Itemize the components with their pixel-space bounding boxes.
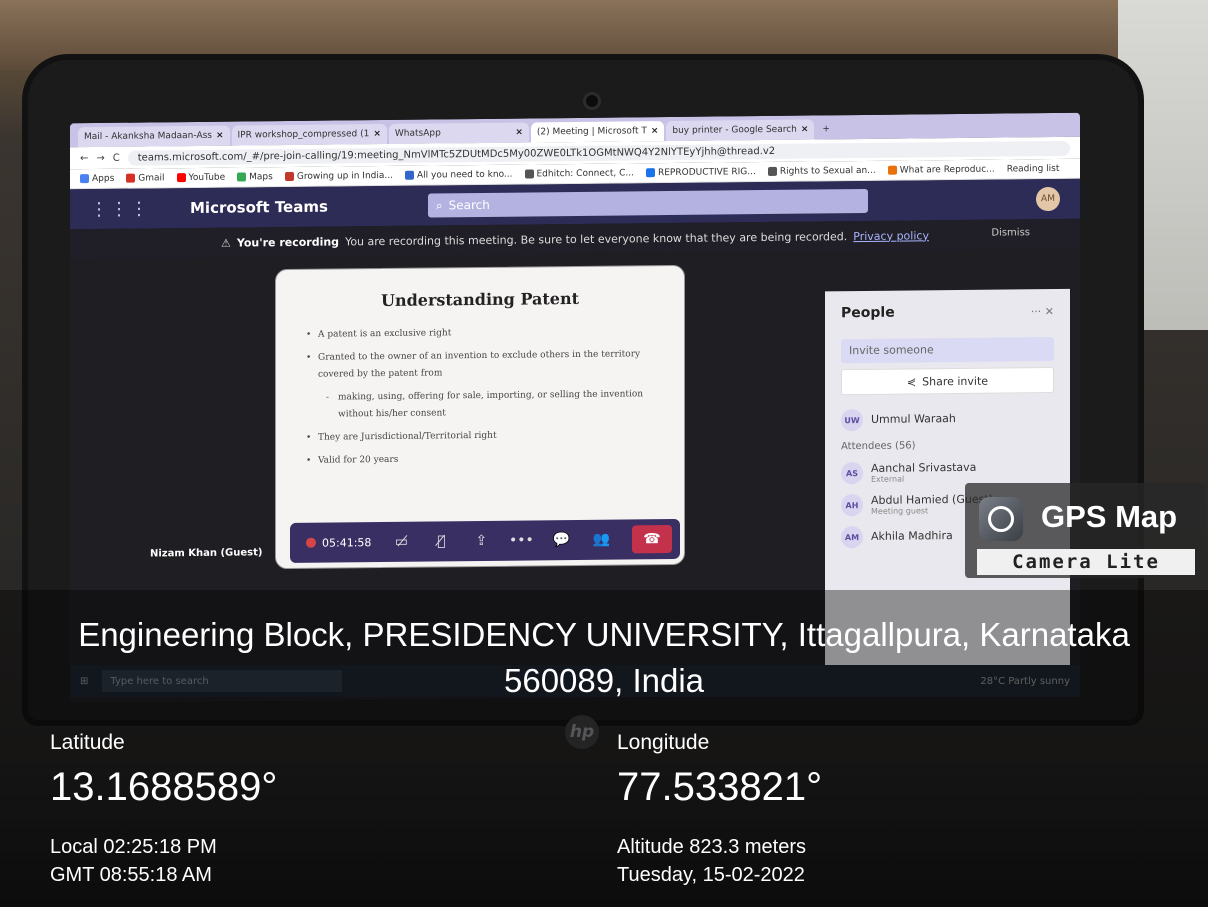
share-invite-button[interactable]: ⋞ Share invite: [841, 366, 1054, 396]
camera-lens-icon: [979, 497, 1023, 541]
tab-label: buy printer - Google Search: [672, 124, 797, 136]
slide-sub-bullet: making, using, offering for sale, import…: [326, 386, 654, 423]
gps-brand-sub: Camera Lite: [977, 549, 1195, 575]
altitude-date-info: Altitude 823.3 meters Tuesday, 15-02-202…: [617, 836, 806, 886]
bookmark[interactable]: All you need to kno...: [404, 169, 513, 180]
slide-bullet: A patent is an exclusive right: [306, 323, 654, 344]
search-icon: ⌕: [435, 197, 443, 212]
user-avatar[interactable]: AM: [1036, 186, 1060, 212]
app-launcher-icon[interactable]: ⋮⋮⋮: [90, 198, 150, 220]
latitude-label: Latitude: [50, 731, 125, 754]
slide-bullets: A patent is an exclusive right Granted t…: [306, 323, 654, 470]
participant-row[interactable]: AS Aanchal Srivastava External: [841, 460, 1054, 485]
latitude-value: 13.1688589°: [50, 765, 278, 809]
forward-icon[interactable]: →: [96, 152, 104, 163]
webcam: [583, 92, 601, 110]
avatar: UW: [841, 408, 863, 432]
search-input[interactable]: ⌕ Search: [427, 188, 868, 218]
chat-icon[interactable]: 💬: [543, 526, 579, 554]
attendees-header[interactable]: Attendees (56): [841, 439, 1054, 452]
gps-brand: GPS Map: [1041, 499, 1178, 534]
app-title: Microsoft Teams: [190, 197, 328, 218]
slide-title: Understanding Patent: [381, 288, 579, 311]
close-icon[interactable]: ×: [651, 126, 659, 136]
gps-map-camera-logo: GPS Map Camera Lite: [965, 483, 1205, 578]
recording-timer: 05:41:58: [298, 536, 379, 550]
tab-label: (2) Meeting | Microsoft T: [536, 126, 647, 138]
tab-google[interactable]: buy printer - Google Search ×: [666, 119, 815, 142]
mic-muted-icon[interactable]: 🎙̸: [423, 527, 459, 555]
close-icon[interactable]: ×: [216, 131, 224, 141]
slide-bullet: Valid for 20 years: [306, 449, 654, 470]
participant-name: Nizam Khan (Guest): [150, 547, 263, 560]
bookmark[interactable]: YouTube: [176, 172, 225, 183]
gps-address: Engineering Block, PRESIDENCY UNIVERSITY…: [78, 616, 1130, 699]
avatar: AM: [841, 525, 863, 549]
privacy-policy-link[interactable]: Privacy policy: [853, 229, 929, 243]
bookmark[interactable]: Rights to Sexual an...: [767, 165, 876, 176]
bookmark[interactable]: REPRODUCTIVE RIG...: [645, 167, 756, 178]
invite-input[interactable]: Invite someone: [841, 336, 1054, 364]
call-controls: 05:41:58 ▭̸ 🎙̸ ⇪ ••• 💬 👥 ☎: [290, 518, 680, 563]
dismiss-button[interactable]: Dismiss: [991, 227, 1030, 238]
tab-ipr[interactable]: IPR workshop_compressed (1 ×: [231, 123, 387, 146]
time-info: Local 02:25:18 PM GMT 08:55:18 AM: [50, 836, 217, 886]
slide-bullet: Granted to the owner of an invention to …: [306, 346, 654, 384]
slide-bullet: They are Jurisdictional/Territorial righ…: [306, 426, 654, 447]
bookmark[interactable]: What are Reproduc...: [887, 164, 995, 175]
bookmark[interactable]: Growing up in India...: [284, 170, 393, 181]
share-screen-icon[interactable]: ⇪: [463, 527, 499, 555]
bookmark[interactable]: Maps: [237, 172, 273, 182]
close-icon[interactable]: ×: [515, 128, 523, 138]
tab-label: IPR workshop_compressed (1: [237, 129, 370, 141]
avatar: AS: [841, 461, 863, 485]
longitude-value: 77.533821°: [617, 765, 823, 809]
close-icon[interactable]: ··· ✕: [1031, 304, 1054, 317]
close-icon[interactable]: ×: [373, 129, 381, 139]
more-options-icon[interactable]: •••: [503, 526, 539, 554]
longitude-label: Longitude: [617, 731, 710, 754]
tab-teams-meeting[interactable]: (2) Meeting | Microsoft T ×: [530, 121, 665, 143]
avatar: AH: [841, 493, 863, 517]
reading-list[interactable]: Reading list: [1007, 163, 1060, 174]
bookmark[interactable]: Apps: [80, 173, 114, 184]
hang-up-button[interactable]: ☎: [632, 524, 672, 554]
participant-row[interactable]: UW Ummul Waraah: [841, 407, 1054, 432]
warning-icon: ⚠: [221, 236, 231, 250]
tab-label: Mail - Akanksha Madaan-Ass: [84, 130, 212, 143]
tab-mail[interactable]: Mail - Akanksha Madaan-Ass ×: [78, 125, 230, 148]
participants-icon[interactable]: 👥: [583, 526, 619, 554]
record-icon: [306, 537, 316, 548]
new-tab-button[interactable]: +: [816, 119, 836, 139]
tab-label: WhatsApp: [394, 128, 441, 139]
bookmark[interactable]: Gmail: [126, 173, 165, 183]
camera-off-icon[interactable]: ▭̸: [383, 528, 419, 556]
bookmark[interactable]: Edhitch: Connect, C...: [524, 168, 634, 179]
reload-icon[interactable]: C: [113, 152, 120, 163]
share-icon: ⋞: [906, 374, 917, 389]
back-icon[interactable]: ←: [80, 153, 88, 164]
people-title: People: [841, 304, 895, 322]
close-icon[interactable]: ×: [801, 125, 809, 135]
tab-whatsapp[interactable]: WhatsApp ×: [388, 122, 529, 144]
